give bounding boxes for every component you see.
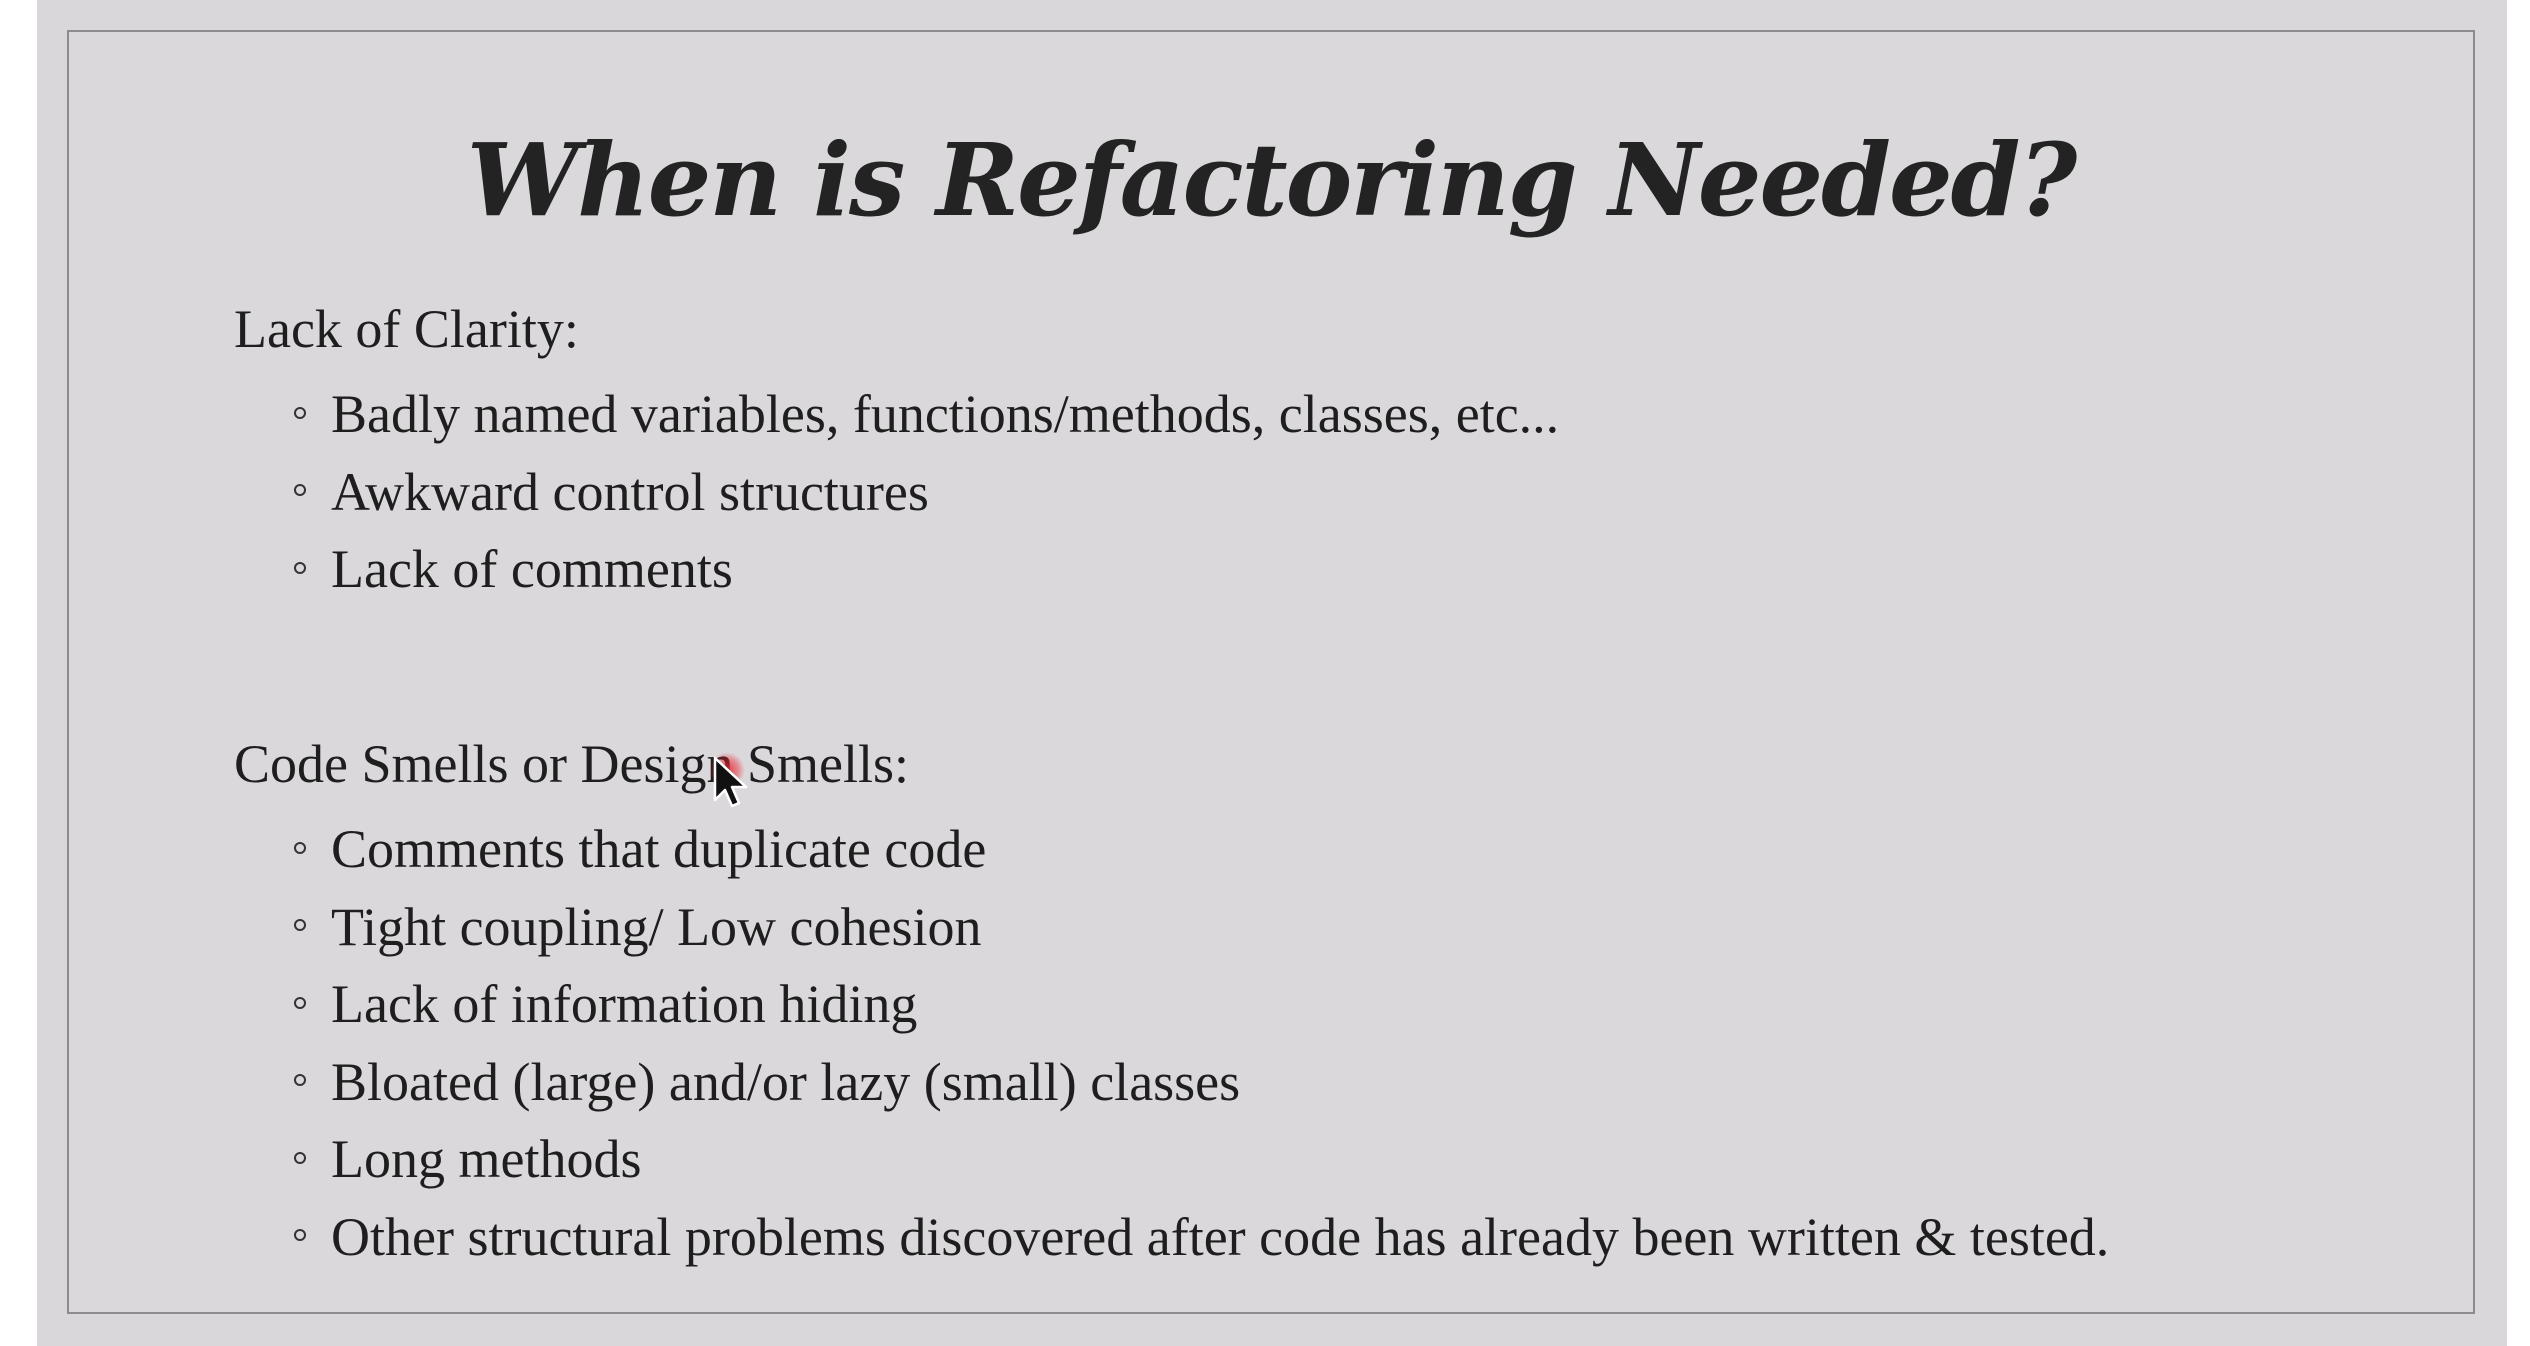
bullet-circle-icon [294,561,306,574]
slide: When is Refactoring Needed? Lack of Clar… [67,30,2475,1314]
arrow-cursor-icon [713,756,748,808]
bullet-text: Awkward control structures [331,461,929,522]
bullet-text: Other structural problems discovered aft… [331,1206,2110,1267]
section-code-smells: Code Smells or Design Smells: Comments t… [234,729,2434,1276]
bullet-circle-icon [294,406,306,419]
bullet-circle-icon [294,1151,306,1164]
bullet-circle-icon [294,484,306,497]
bullet-text: Lack of information hiding [331,974,918,1034]
bullet-list: Comments that duplicate code Tight coupl… [234,811,2434,1276]
bullet-text: Lack of comments [331,539,733,599]
bullet-item: Comments that duplicate code [234,811,2434,889]
presentation-stage: When is Refactoring Needed? Lack of Clar… [37,0,2507,1346]
bullet-item: Badly named variables, functions/methods… [234,376,2434,454]
bullet-item: Bloated (large) and/or lazy (small) clas… [234,1044,2434,1122]
section-heading: Lack of Clarity: [234,299,579,359]
bullet-circle-icon [294,996,306,1009]
bullet-item: Lack of comments [234,531,2434,609]
bullet-item: Lack of information hiding [234,966,2434,1044]
bullet-text: Comments that duplicate code [331,819,987,879]
bullet-text: Badly named variables, functions/methods… [331,384,1560,444]
section-lack-of-clarity: Lack of Clarity: Badly named variables, … [234,294,2434,609]
bullet-circle-icon [294,841,306,854]
bullet-item: Long methods [234,1121,2434,1199]
bullet-circle-icon [294,1229,306,1242]
slide-title: When is Refactoring Needed? [466,121,2077,239]
bullet-text: Long methods [331,1129,642,1189]
bullet-item: Other structural problems discovered aft… [234,1199,2434,1277]
section-heading: Code Smells or Design Smells: [234,734,909,794]
bullet-circle-icon [294,1074,306,1087]
bullet-text: Bloated (large) and/or lazy (small) clas… [331,1051,1241,1112]
bullet-item: Awkward control structures [234,454,2434,532]
bullet-text: Tight coupling/ Low cohesion [331,896,982,957]
mouse-pointer-icon [709,752,749,812]
bullet-item: Tight coupling/ Low cohesion [234,889,2434,967]
bullet-list: Badly named variables, functions/methods… [234,376,2434,609]
bullet-circle-icon [294,919,306,932]
